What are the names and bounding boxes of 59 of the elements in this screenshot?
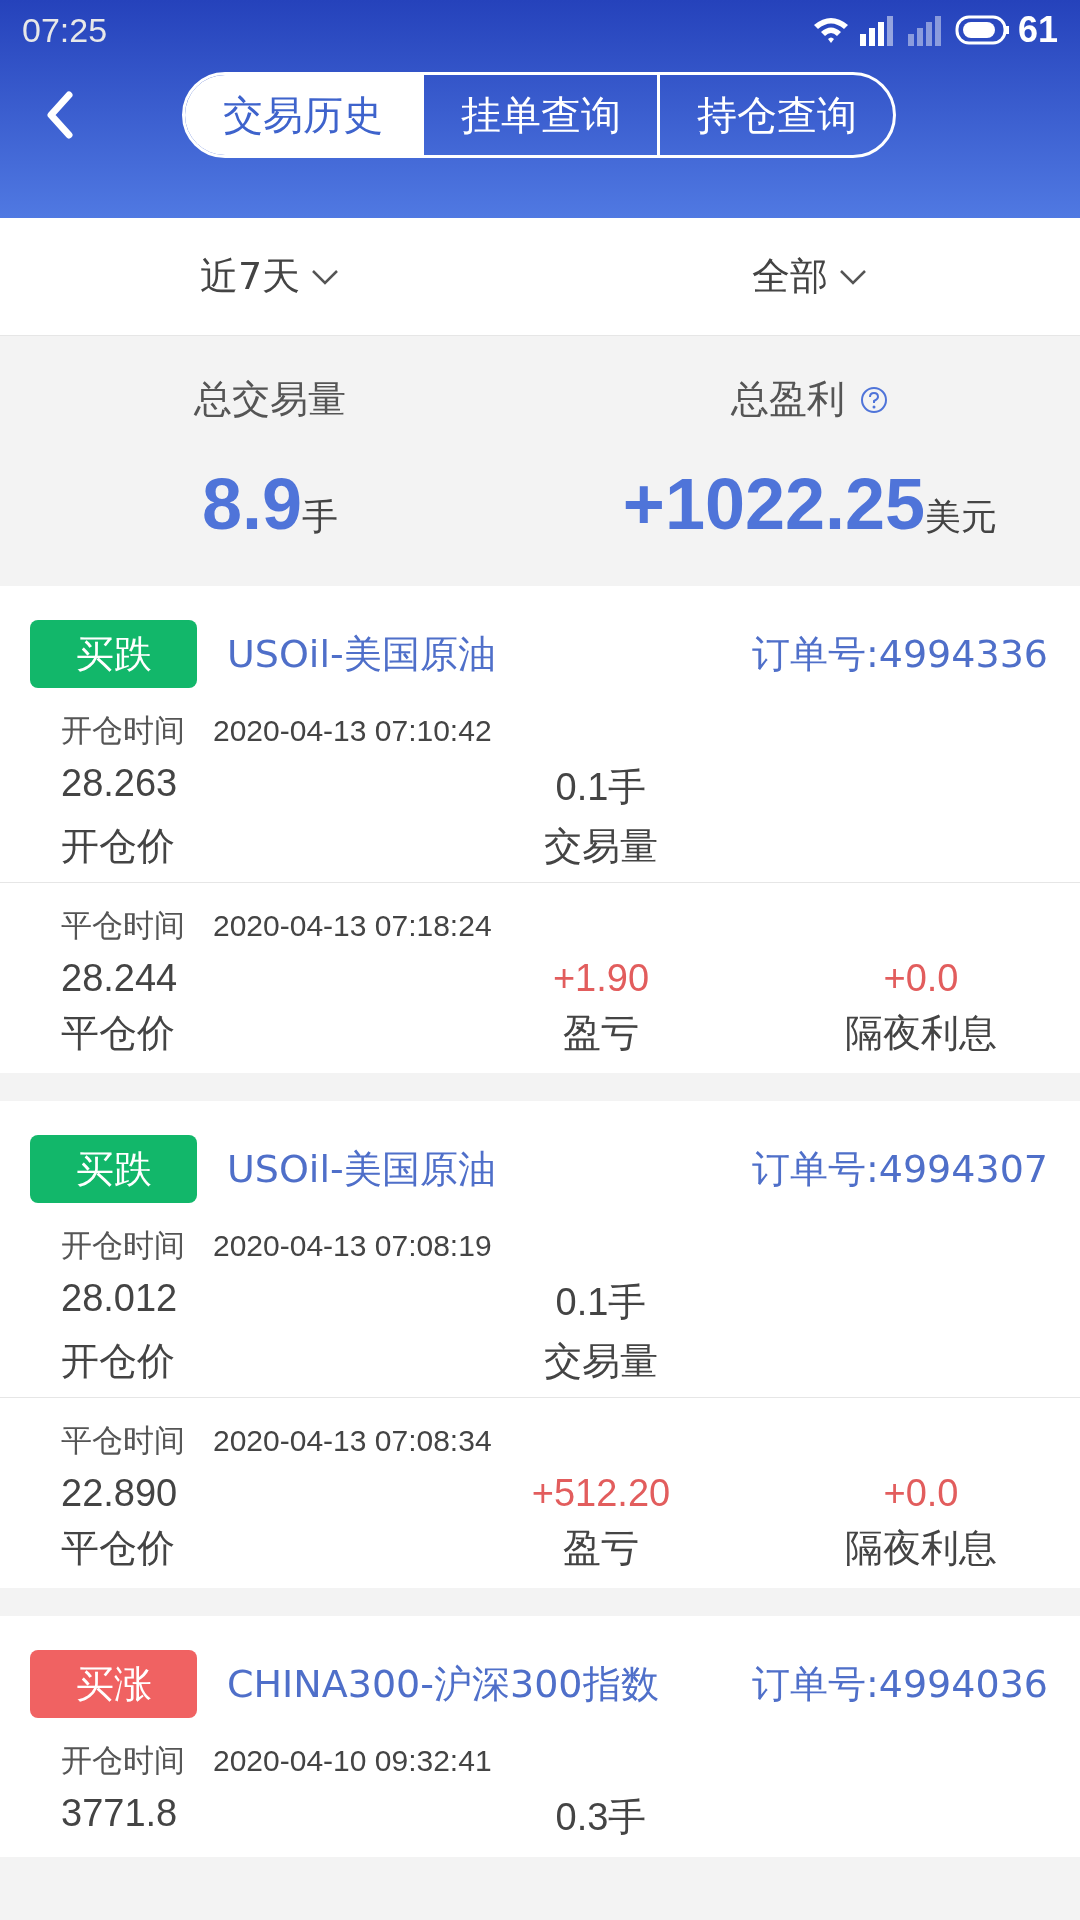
time-label: 开仓时间 (61, 1226, 185, 1265)
field-label: 交易量 (543, 1338, 659, 1385)
summary-value: +1022.25 (622, 463, 926, 545)
volume-value: 0.1手 (554, 765, 648, 810)
time-value: 2020-04-13 07:08:19 (213, 1229, 492, 1263)
order-number: 订单号:4994336 (751, 630, 1048, 678)
field-label: 隔夜利息 (844, 1525, 998, 1572)
time-value: 2020-04-10 09:32:41 (213, 1744, 492, 1778)
trade-direction-tag: 买跌 (30, 1135, 197, 1203)
status-time: 07:25 (22, 10, 108, 50)
symbol-name: USOil-美国原油 (227, 1145, 497, 1193)
tab[interactable]: 挂单查询 (421, 75, 657, 155)
chevron-down-icon (838, 267, 868, 286)
swap-value: +0.0 (882, 957, 960, 1000)
price-value: 22.890 (61, 1472, 179, 1515)
profit-value: +512.20 (530, 1472, 672, 1515)
time-label: 平仓时间 (61, 1421, 185, 1460)
trade-direction-tag: 买涨 (30, 1650, 197, 1718)
time-value: 2020-04-13 07:08:34 (213, 1424, 492, 1458)
battery-level: 61 (1017, 9, 1058, 51)
tab[interactable]: 交易历史 (185, 75, 421, 155)
time-label: 开仓时间 (61, 711, 185, 750)
unit-label: 美元 (925, 495, 998, 539)
summary-label: 总盈利 (731, 376, 845, 423)
summary-label: 总交易量 (194, 376, 346, 423)
price-value: 28.263 (61, 762, 179, 806)
field-label: 隔夜利息 (844, 1010, 998, 1057)
price-value: 28.244 (61, 957, 179, 1000)
filter-dropdown[interactable]: 全部 (540, 218, 1080, 335)
field-label: 交易量 (543, 823, 659, 870)
field-label: 盈亏 (562, 1010, 640, 1057)
field-label: 开仓价 (61, 823, 176, 870)
price-value: 3771.8 (61, 1792, 179, 1836)
field-label: 平仓价 (61, 1525, 176, 1572)
back-icon[interactable] (45, 91, 75, 139)
order-number: 订单号:4994307 (751, 1145, 1048, 1193)
time-value: 2020-04-13 07:10:42 (213, 714, 492, 748)
field-label: 开仓价 (61, 1338, 176, 1385)
help-icon[interactable] (859, 384, 889, 415)
symbol-name: CHINA300-沪深300指数 (227, 1660, 660, 1708)
swap-value: +0.0 (882, 1472, 960, 1515)
order-number: 订单号:4994036 (751, 1660, 1048, 1708)
volume-value: 0.3手 (554, 1795, 648, 1840)
filter-dropdown[interactable]: 近7天 (0, 218, 540, 335)
summary-value: 8.9 (201, 463, 303, 545)
trade-direction-tag: 买跌 (30, 620, 197, 688)
time-label: 平仓时间 (61, 906, 185, 945)
chevron-down-icon (310, 267, 341, 286)
field-label: 平仓价 (61, 1010, 176, 1057)
field-label: 盈亏 (562, 1525, 640, 1572)
profit-value: +1.90 (551, 957, 651, 1000)
time-value: 2020-04-13 07:18:24 (213, 909, 492, 943)
time-label: 开仓时间 (61, 1741, 185, 1780)
unit-label: 手 (302, 496, 339, 539)
battery-icon (953, 15, 1010, 45)
volume-value: 0.1手 (554, 1280, 648, 1325)
symbol-name: USOil-美国原油 (227, 630, 497, 678)
price-value: 28.012 (61, 1277, 179, 1321)
tab[interactable]: 持仓查询 (657, 75, 893, 155)
